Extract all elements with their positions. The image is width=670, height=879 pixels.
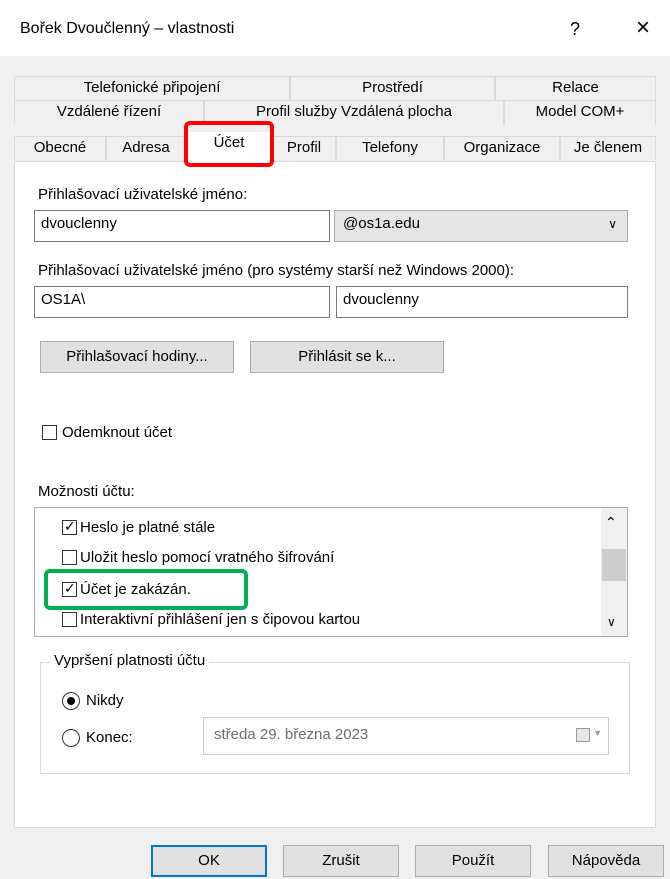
tab-remote-control[interactable]: Vzdálené řízení [14, 100, 204, 124]
legacy-logon-label: Přihlašovací uživatelské jméno (pro syst… [38, 262, 515, 279]
radio-end-date[interactable] [62, 729, 80, 747]
option-label-password-never-expires: Heslo je platné stále [80, 519, 216, 536]
window-title: Bořek Dvoučlenný – vlastnosti [20, 20, 235, 37]
account-expiry-title: Vypršení platnosti účtu [50, 652, 210, 669]
scroll-up-icon[interactable]: ⌃ [605, 514, 617, 531]
logon-name-label: Přihlašovací uživatelské jméno: [38, 186, 248, 203]
unlock-account-label: Odemknout účet [62, 424, 173, 441]
help-button[interactable]: Nápověda [548, 845, 664, 877]
unlock-account-checkbox[interactable] [42, 425, 57, 440]
calendar-icon[interactable] [576, 728, 590, 742]
help-title-button[interactable]: ? [560, 14, 590, 44]
option-label-smartcard-required: Interaktivní přihlášení jen s čipovou ka… [80, 611, 361, 628]
tab-general[interactable]: Obecné [14, 136, 106, 160]
scroll-thumb[interactable] [602, 549, 626, 581]
dropdown-arrow-icon[interactable]: ▼ [593, 728, 602, 738]
tab-address[interactable]: Adresa [106, 136, 186, 160]
end-date-picker[interactable]: středa 29. března 2023 ▼ [203, 717, 609, 755]
tab-member-of[interactable]: Je členem [560, 136, 656, 160]
tab-organization[interactable]: Organizace [444, 136, 560, 160]
option-checkbox-reversible-encryption[interactable] [62, 550, 77, 565]
ok-button[interactable]: OK [151, 845, 267, 877]
tab-telephones[interactable]: Telefony [336, 136, 444, 160]
end-date-label: Konec: [86, 729, 133, 746]
chevron-down-icon: ∨ [608, 217, 617, 231]
tab-sessions[interactable]: Relace [495, 76, 656, 100]
logon-name-field[interactable]: dvouclenny [34, 210, 330, 242]
account-disabled-highlight [44, 569, 248, 610]
close-button[interactable]: × [625, 14, 661, 44]
logon-to-button[interactable]: Přihlásit se k... [250, 341, 444, 373]
domain-select-value: @os1a.edu [343, 215, 420, 232]
end-date-value: středa 29. března 2023 [214, 726, 369, 743]
legacy-domain-field: OS1A\ [34, 286, 330, 318]
option-checkbox-smartcard-required[interactable] [62, 612, 77, 627]
cancel-button[interactable]: Zrušit [283, 845, 399, 877]
account-tab-highlight [184, 121, 274, 167]
tab-profile[interactable]: Profil [272, 136, 336, 160]
option-checkbox-password-never-expires[interactable] [62, 518, 77, 535]
tab-dialup[interactable]: Telefonické připojení [14, 76, 290, 100]
never-label: Nikdy [86, 692, 124, 709]
domain-select[interactable]: @os1a.edu ∨ [334, 210, 628, 242]
logon-hours-button[interactable]: Přihlašovací hodiny... [40, 341, 234, 373]
radio-never[interactable] [62, 692, 80, 710]
apply-button[interactable]: Použít [415, 845, 531, 877]
option-label-reversible-encryption: Uložit heslo pomocí vratného šifrování [80, 549, 335, 566]
legacy-name-field[interactable]: dvouclenny [336, 286, 628, 318]
account-options-label: Možnosti účtu: [38, 483, 135, 500]
scroll-down-icon[interactable]: ∨ [607, 615, 616, 629]
tab-com-plus[interactable]: Model COM+ [504, 100, 656, 124]
tab-environment[interactable]: Prostředí [290, 76, 495, 100]
